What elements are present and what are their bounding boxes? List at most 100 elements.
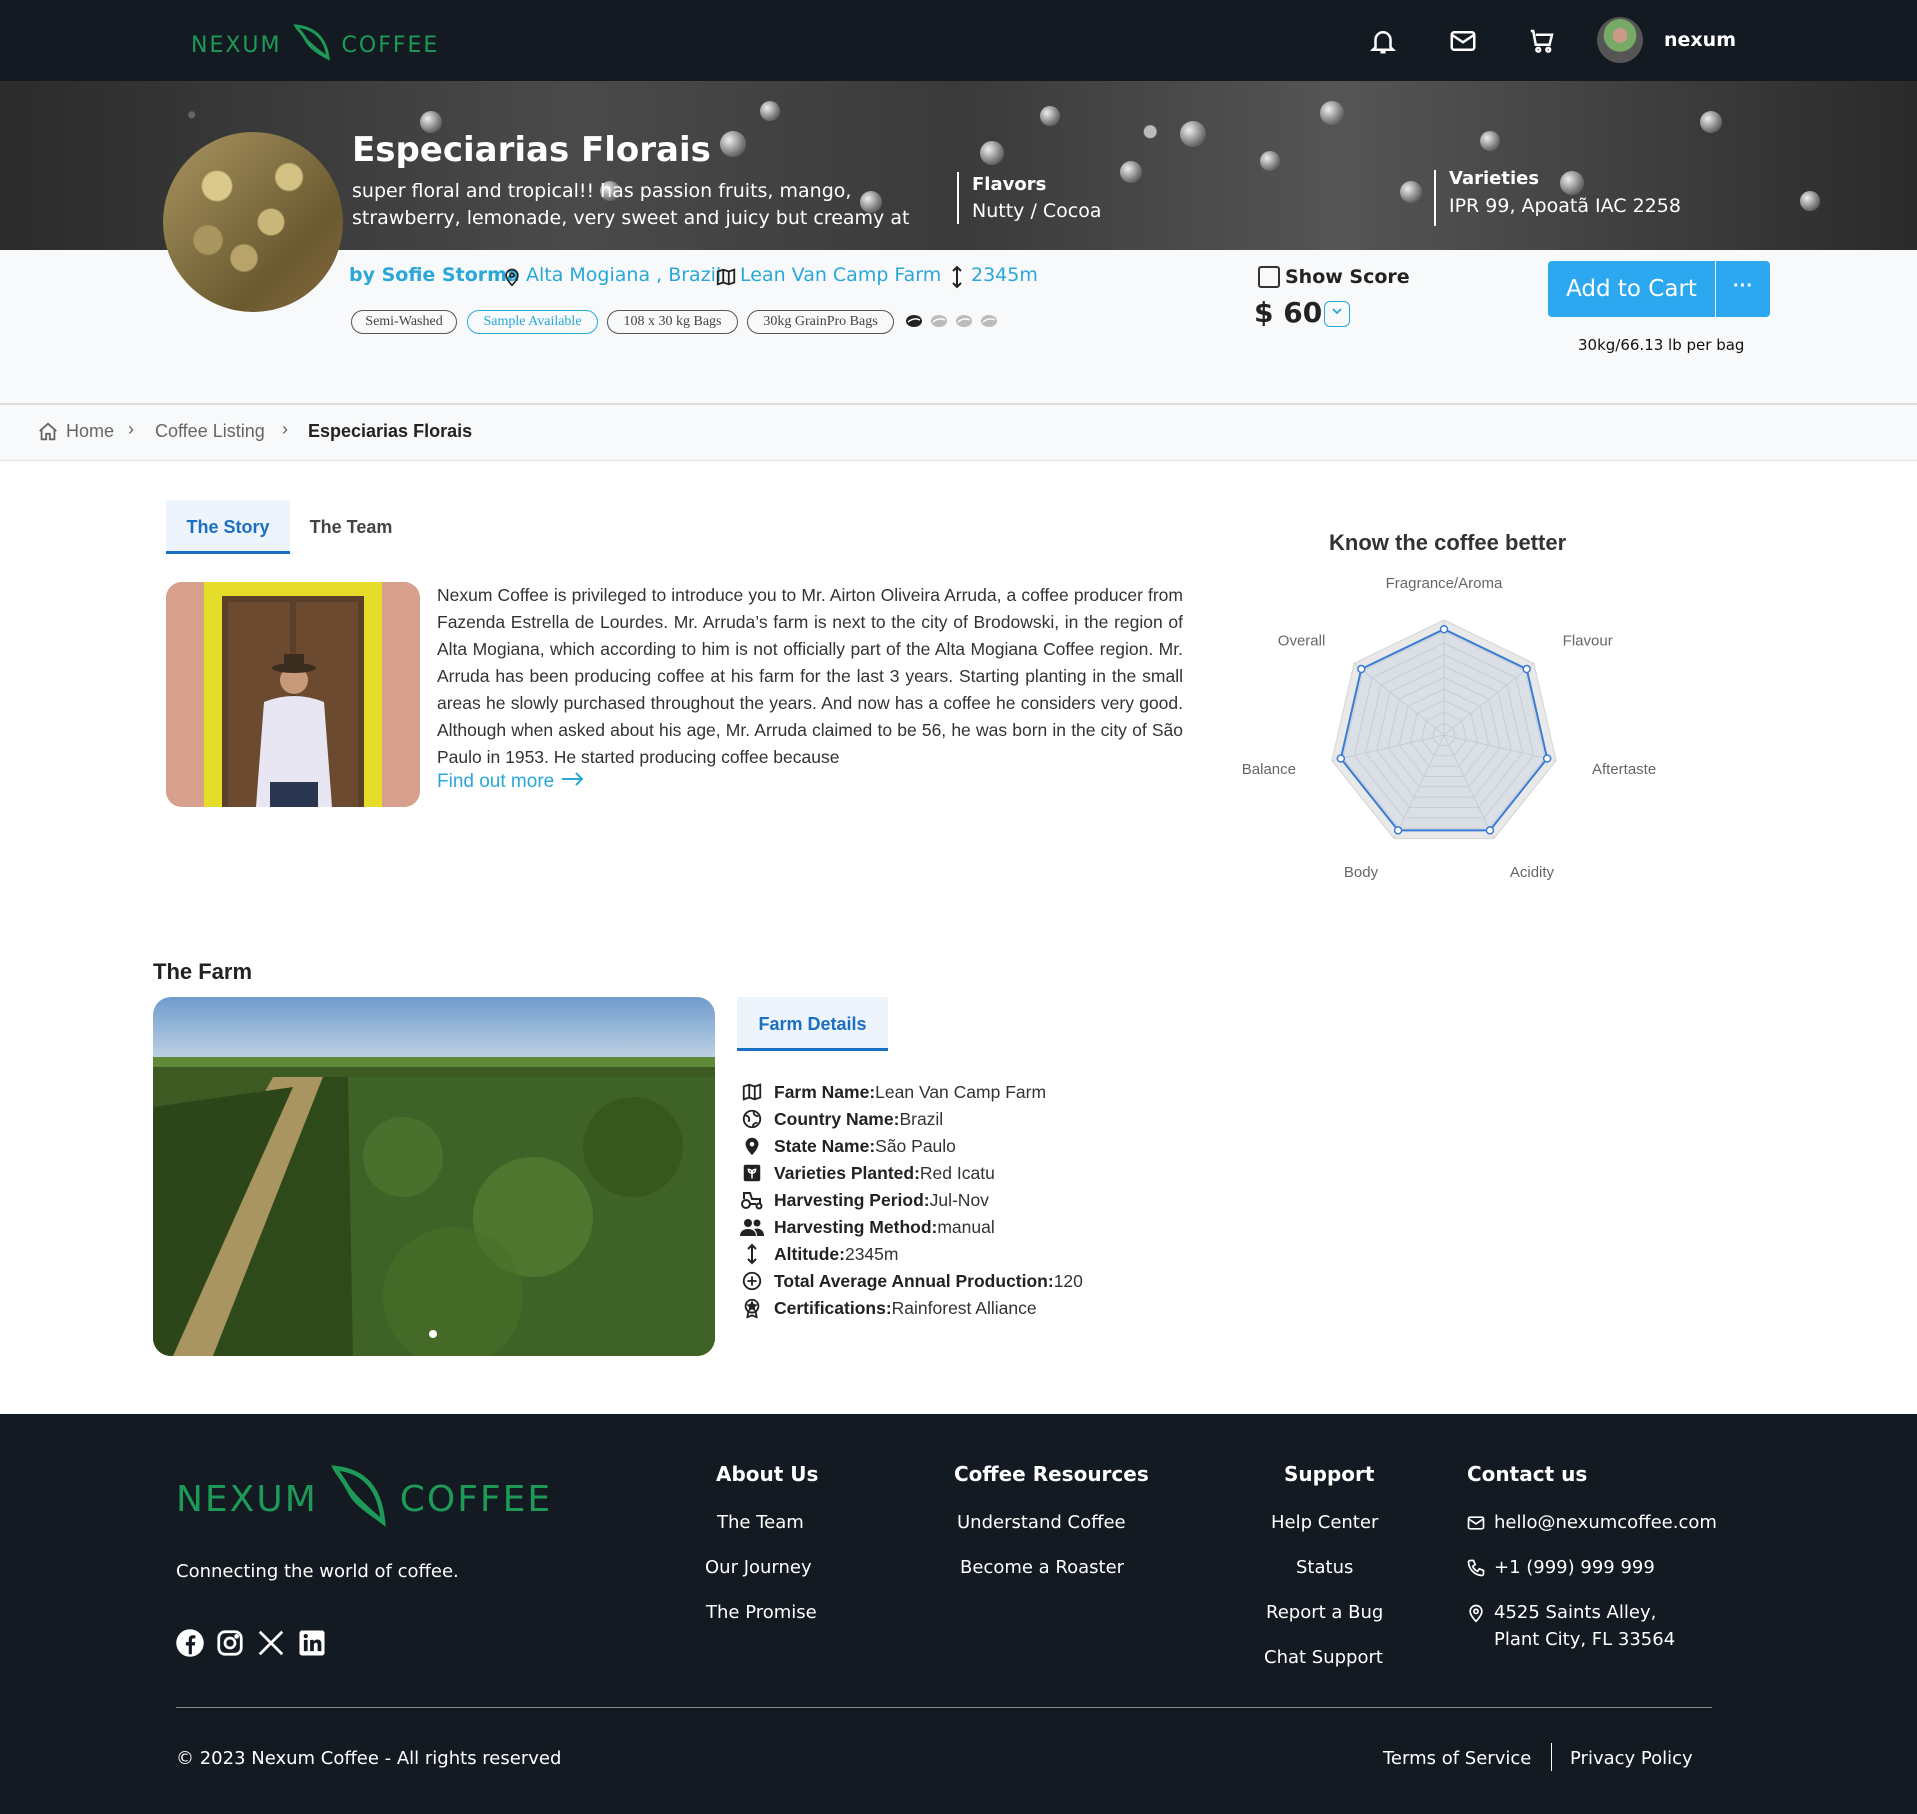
find-out-more-label: Find out more	[437, 771, 555, 792]
carousel-dot[interactable]	[429, 1330, 437, 1338]
farm-link[interactable]: Lean Van Camp Farm	[740, 264, 941, 286]
home-icon[interactable]	[37, 421, 59, 448]
footer-link-help-center[interactable]: Help Center	[1271, 1512, 1378, 1533]
coffee-title: Especiarias Florais	[352, 130, 711, 170]
pin-icon	[740, 1134, 764, 1158]
bag-weight-note: 30kg/66.13 lb per bag	[1578, 336, 1745, 354]
people-icon	[740, 1215, 764, 1239]
coffee-description: super floral and tropical!! has passion …	[352, 180, 910, 229]
location-link[interactable]: Alta Mogiana , Brazil	[526, 264, 721, 286]
farm-detail-value: Brazil	[899, 1108, 944, 1129]
flavors-label: Flavors	[972, 174, 1047, 195]
more-options-button[interactable]: ···	[1716, 261, 1770, 317]
farm-detail-harvest-method: Harvesting Method: manual	[740, 1214, 995, 1240]
varieties-value: IPR 99, Apoatã IAC 2258	[1449, 195, 1681, 217]
location-pin-icon	[502, 265, 522, 294]
footer-privacy-link[interactable]: Privacy Policy	[1570, 1748, 1693, 1769]
footer-address-line2: Plant City, FL 33564	[1494, 1629, 1676, 1650]
farm-detail-label: Harvesting Period:	[774, 1189, 930, 1210]
footer-link-promise[interactable]: The Promise	[706, 1602, 817, 1623]
linkedin-icon[interactable]	[297, 1628, 327, 1658]
radar-point[interactable]	[1439, 624, 1449, 634]
bell-icon[interactable]	[1368, 26, 1398, 56]
radar-axis-label: Acidity	[1510, 864, 1555, 881]
farm-detail-label: Varieties Planted:	[774, 1162, 920, 1183]
footer-resources-heading: Coffee Resources	[954, 1462, 1149, 1486]
instagram-icon[interactable]	[215, 1628, 245, 1658]
tag-packaging: 30kg GrainPro Bags	[747, 310, 894, 334]
farm-detail-varieties: Varieties Planted: Red Icatu	[740, 1160, 995, 1186]
farm-detail-farm-name: Farm Name: Lean Van Camp Farm	[740, 1079, 1046, 1105]
green-beans-image	[163, 132, 343, 312]
radar-point[interactable]	[1393, 826, 1403, 835]
footer-link-status[interactable]: Status	[1296, 1557, 1353, 1578]
farm-detail-harvest-period: Harvesting Period: Jul-Nov	[740, 1187, 989, 1213]
radar-axis-label: Fragrance/Aroma	[1386, 575, 1503, 592]
farm-detail-certifications: Certifications: Rainforest Alliance	[740, 1295, 1037, 1321]
flavors-divider	[957, 172, 959, 224]
x-twitter-icon[interactable]	[256, 1628, 286, 1658]
breadcrumb-listing[interactable]: Coffee Listing	[155, 421, 265, 442]
add-to-cart-button[interactable]: Add to Cart	[1548, 261, 1715, 317]
arrow-right-icon	[560, 771, 586, 792]
footer-link-become-roaster[interactable]: Become a Roaster	[960, 1557, 1124, 1578]
radar-point[interactable]	[1522, 664, 1531, 674]
phone-icon	[1466, 1558, 1486, 1583]
breadcrumb-home[interactable]: Home	[66, 421, 114, 442]
footer-link-chat-support[interactable]: Chat Support	[1264, 1647, 1383, 1668]
radar-point[interactable]	[1542, 754, 1552, 763]
tag-bags: 108 x 30 kg Bags	[607, 310, 738, 334]
tag-sample[interactable]: Sample Available	[467, 310, 598, 334]
footer-link-team[interactable]: The Team	[717, 1512, 804, 1533]
farm-detail-label: Altitude:	[774, 1243, 845, 1264]
mail-icon[interactable]	[1448, 26, 1478, 56]
farm-detail-label: Certifications:	[774, 1297, 892, 1318]
farm-detail-value: Rainforest Alliance	[891, 1297, 1037, 1318]
tab-farm-details[interactable]: Farm Details	[737, 997, 888, 1051]
facebook-icon[interactable]	[175, 1628, 205, 1658]
find-out-more-link[interactable]: Find out more	[437, 771, 586, 793]
tab-the-team[interactable]: The Team	[292, 500, 410, 554]
farm-detail-label: Harvesting Method:	[774, 1216, 938, 1237]
flavors-value: Nutty / Cocoa	[972, 200, 1102, 222]
tab-the-story[interactable]: The Story	[166, 500, 290, 554]
farm-detail-value: manual	[937, 1216, 995, 1237]
farm-photo-carousel[interactable]	[153, 997, 715, 1356]
show-score-checkbox[interactable]	[1258, 266, 1280, 288]
bean-icon	[954, 312, 974, 335]
footer-about-heading: About Us	[716, 1462, 819, 1486]
bean-icon	[904, 312, 924, 335]
footer-logo[interactable]: NEXUM COFFEE	[176, 1460, 552, 1539]
logo-text-nexum: NEXUM	[176, 1479, 318, 1520]
price-dropdown-chevron-icon[interactable]	[1324, 301, 1350, 327]
user-avatar[interactable]	[1597, 17, 1643, 63]
radar-axis-label: Balance	[1242, 761, 1296, 778]
globe-icon	[740, 1107, 764, 1131]
story-text: Nexum Coffee is privileged to introduce …	[437, 585, 1183, 767]
radar-point[interactable]	[1336, 754, 1346, 763]
footer-terms-link[interactable]: Terms of Service	[1383, 1748, 1531, 1769]
bean-icon	[979, 312, 999, 335]
header-logo[interactable]: NEXUM COFFEE	[191, 22, 439, 68]
farm-detail-production: Total Average Annual Production: 120	[740, 1268, 1083, 1294]
farm-detail-country: Country Name: Brazil	[740, 1106, 943, 1132]
logo-leaf-icon	[326, 1460, 392, 1539]
producer-link[interactable]: by Sofie Storma	[349, 264, 520, 286]
radar-point[interactable]	[1357, 664, 1366, 674]
footer-link-report-bug[interactable]: Report a Bug	[1266, 1602, 1383, 1623]
footer-link-understand-coffee[interactable]: Understand Coffee	[957, 1512, 1126, 1533]
altitude-link[interactable]: 2345m	[971, 264, 1038, 286]
cart-icon[interactable]	[1527, 26, 1557, 56]
farm-detail-value: São Paulo	[875, 1135, 956, 1156]
price: $ 60	[1254, 296, 1323, 329]
footer-tagline: Connecting the world of coffee.	[176, 1561, 459, 1582]
footer-address-line1: 4525 Saints Alley,	[1494, 1602, 1657, 1623]
chevron-right-icon: ›	[128, 419, 134, 439]
radar-point[interactable]	[1485, 826, 1495, 835]
farm-detail-label: Total Average Annual Production:	[774, 1270, 1054, 1291]
footer-phone[interactable]: +1 (999) 999 999	[1494, 1557, 1655, 1578]
radar-chart-title: Know the coffee better	[1329, 530, 1567, 555]
username[interactable]: nexum	[1664, 29, 1736, 51]
footer-email[interactable]: hello@nexumcoffee.com	[1494, 1512, 1717, 1533]
footer-link-journey[interactable]: Our Journey	[705, 1557, 812, 1578]
